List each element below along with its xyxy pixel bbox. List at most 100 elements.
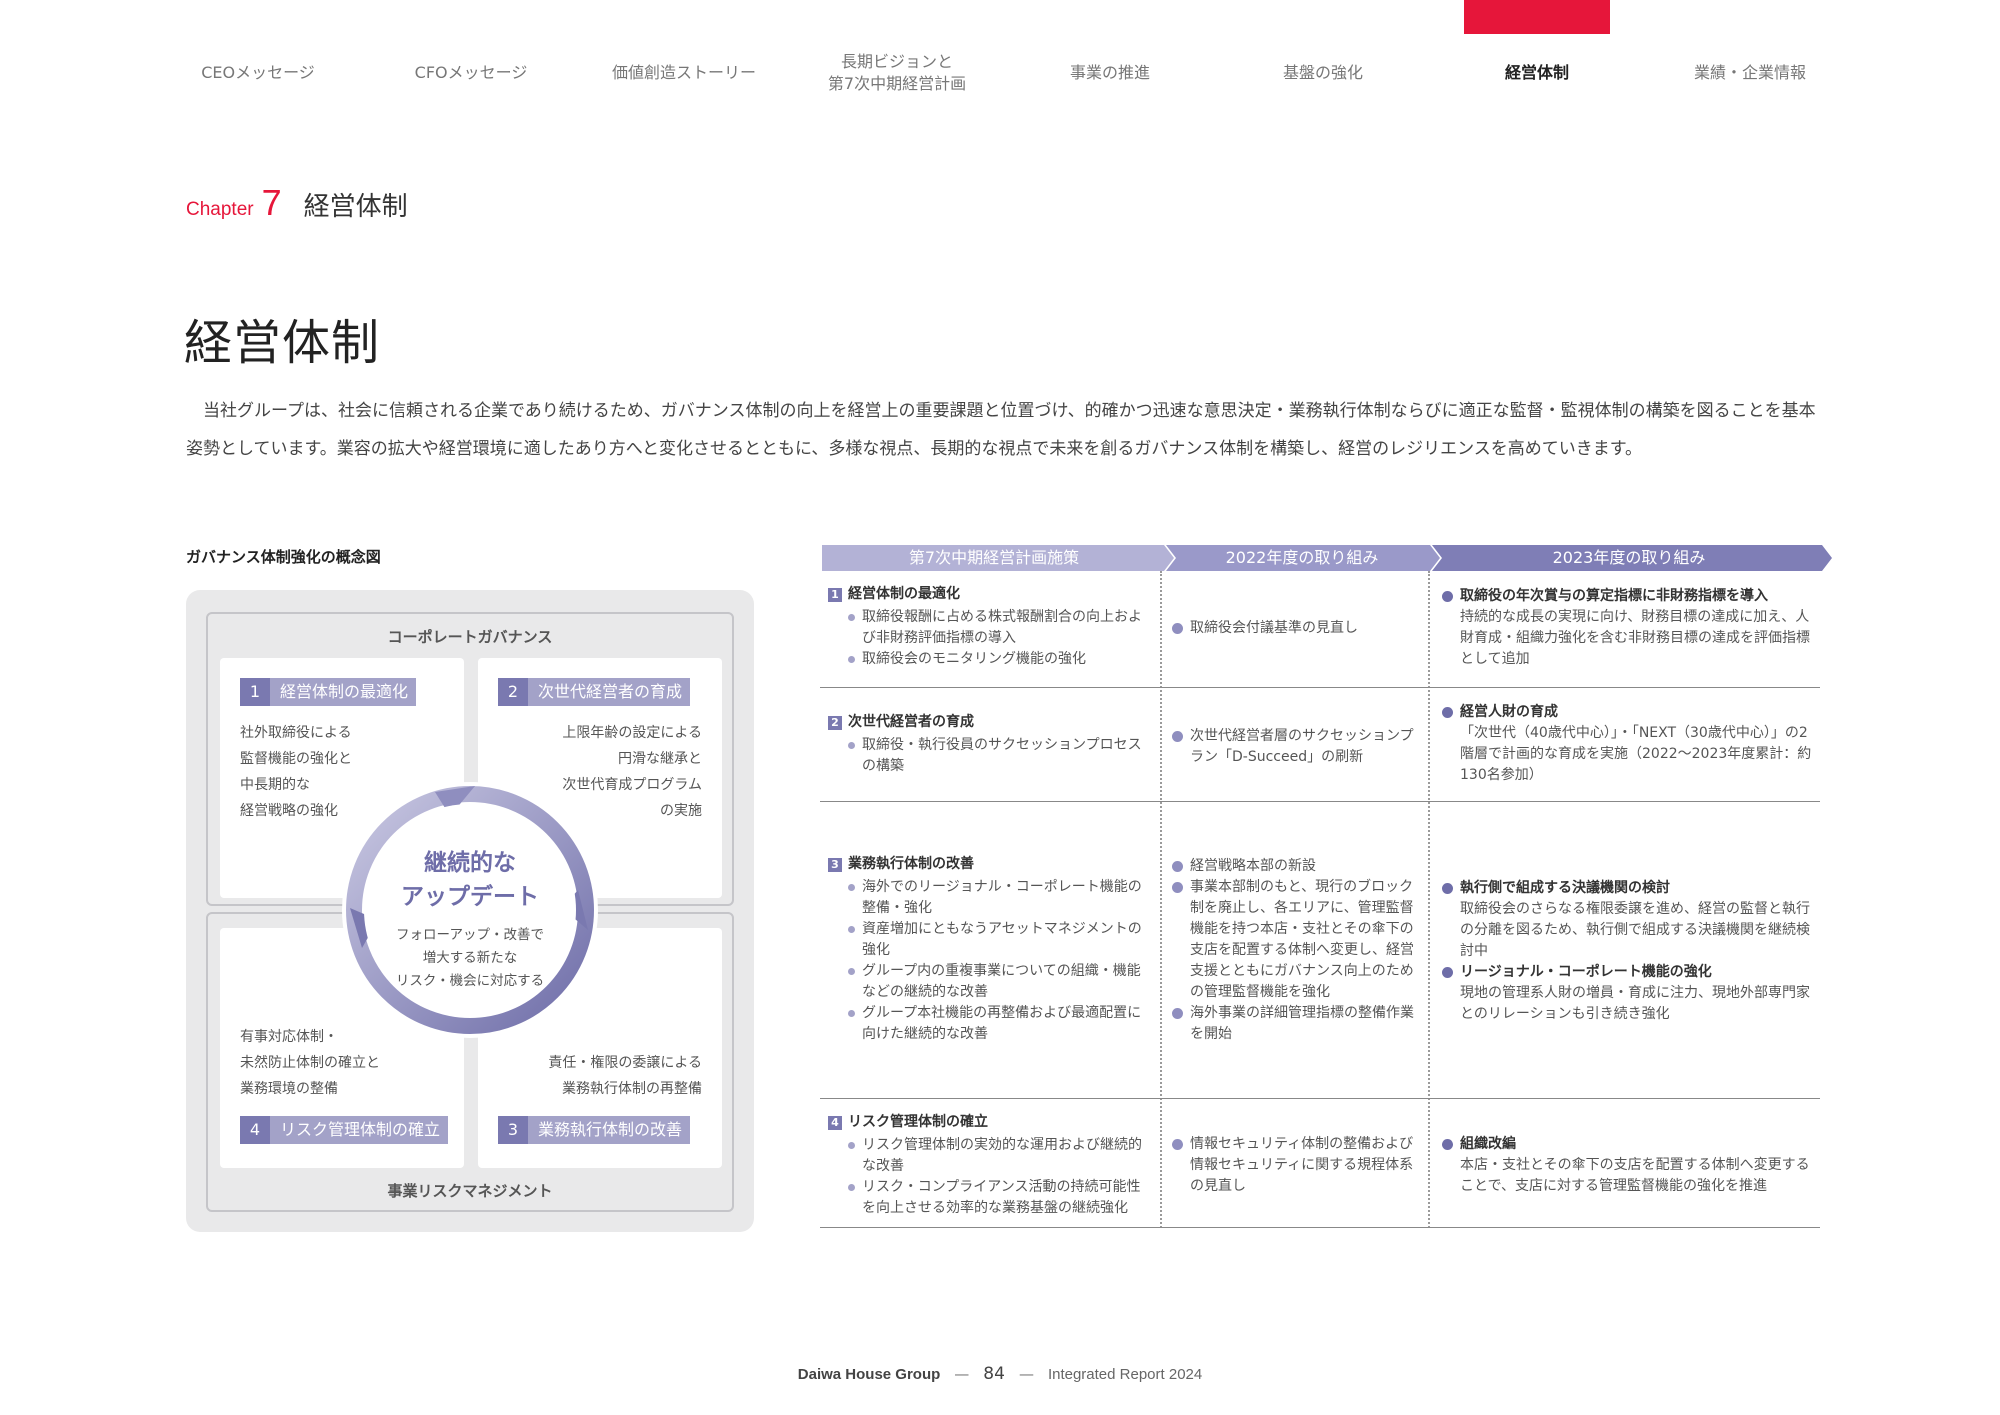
row-divider [820,1098,1820,1099]
row-divider [820,1227,1820,1228]
row-divider [820,801,1820,802]
fy2023-heading: 経営人財の育成 [1442,702,1812,723]
table-row-3-measures: 3 業務執行体制の改善 海外でのリージョナル・コーポレート機能の整備・強化 資産増… [828,854,1148,1045]
nav-item-results[interactable]: 業績・企業情報 [1650,62,1850,84]
card-line: 社外取締役による [240,725,352,741]
nav-item-foundation[interactable]: 基盤の強化 [1223,62,1423,84]
table-row-4-measures: 4 リスク管理体制の確立 リスク管理体制の実効的な運用および継続的な改善 リスク・… [828,1112,1148,1219]
card-body: 社外取締役による 監督機能の強化と 中長期的な 経営戦略の強化 [240,720,352,824]
card-line: 経営戦略の強化 [240,803,338,819]
footer-report-title: Integrated Report 2024 [1047,1366,1203,1383]
nav-item-business[interactable]: 事業の推進 [1010,62,1210,84]
fy2023-heading: 組織改編 [1442,1134,1812,1155]
nav-label: 価値創造ストーリー [611,63,756,82]
card-line: 監督機能の強化と [240,751,352,767]
intro-text: 当社グループは、社会に信頼される企業であり続けるため、ガバナンス体制の向上を経営… [186,401,1816,459]
page-number: 84 [983,1364,1005,1384]
card-body: 責任・権限の委譲による 業務執行体制の再整備 [548,1050,702,1102]
chapter-heading: Chapter 7 経営体制 [186,182,408,224]
table-row-1-fy2023: 取締役の年次賞与の算定指標に非財務指標を導入 持続的な成長の実現に向け、財務目標… [1442,586,1812,670]
table-row-3-fy2022: 経営戦略本部の新設 事業本部制のもと、現行のブロック制を廃止し、各エリアに、管理… [1172,856,1422,1045]
fy2023-body: 本店・支社とその傘下の支店を配置する体制へ変更することで、支店に対する管理監督機… [1460,1157,1810,1194]
row-number-badge: 3 [828,857,842,872]
chapter-word: Chapter [186,199,254,220]
measure-item: 取締役報酬に占める株式報酬割合の向上および非財務評価指標の導入 [828,607,1148,649]
fy2023-heading: リージョナル・コーポレート機能の強化 [1442,962,1812,983]
fy2023-heading: 執行側で組成する決議機関の検討 [1442,878,1812,899]
top-nav: CEOメッセージ CFOメッセージ 価値創造ストーリー 長期ビジョンと 第7次中期… [0,0,2000,110]
column-separator [1160,571,1162,1228]
row-title: 業務執行体制の改善 [848,856,974,872]
card-title: 次世代経営者の育成 [538,682,683,701]
fy2022-item: 海外事業の詳細管理指標の整備作業を開始 [1172,1003,1422,1045]
ring-title-line1: 継続的な [424,850,516,876]
row-title: 経営体制の最適化 [848,586,960,602]
intro-paragraph: 当社グループは、社会に信頼される企業であり続けるため、ガバナンス体制の向上を経営… [186,392,1826,468]
header-fy2022: 2022年度の取り組み [1225,548,1379,567]
ring-title: 継続的な アップデート [340,846,600,914]
fy2022-item: 次世代経営者層のサクセッションプラン「D-Succeed」の刷新 [1172,726,1422,768]
card-line: 未然防止体制の確立と [240,1055,380,1071]
fy2023-body: 「次世代（40歳代中心）」・「NEXT（30歳代中心）」の2階層で計画的な育成を… [1460,725,1812,783]
fy2023-body: 現地の管理系人財の増員・育成に注力、現地外部専門家とのリレーションも引き続き強化 [1460,985,1810,1022]
table-row-4-fy2023: 組織改編 本店・支社とその傘下の支店を配置する体制へ変更することで、支店に対する… [1442,1134,1812,1197]
continuous-update-ring: 継続的な アップデート フォローアップ・改善で 増大する新たな リスク・機会に対… [340,780,600,1040]
ring-subtitle: フォローアップ・改善で 増大する新たな リスク・機会に対応する [340,924,600,993]
card-line: 上限年齢の設定による [562,725,702,741]
nav-item-long-term-vision[interactable]: 長期ビジョンと 第7次中期経営計画 [797,51,997,95]
card-label: 3 業務執行体制の改善 [498,1116,691,1144]
measure-item: リスク・コンプライアンス活動の持続可能性を向上させる効率的な業務基盤の継続強化 [828,1177,1148,1219]
card-line: 円滑な継承と [618,751,702,767]
card-number: 4 [240,1116,270,1144]
card-line: 中長期的な [240,777,310,793]
table-row-2-measures: 2 次世代経営者の育成 取締役・執行役員のサクセッションプロセスの構築 [828,712,1148,777]
table-row-2-fy2023: 経営人財の育成 「次世代（40歳代中心）」・「NEXT（30歳代中心）」の2階層… [1442,702,1812,786]
ring-title-line2: アップデート [401,884,539,910]
risk-management-title: 事業リスクマネジメント [387,1182,553,1200]
table-row-2-fy2022: 次世代経営者層のサクセッションプラン「D-Succeed」の刷新 [1172,726,1422,768]
nav-label-line2: 第7次中期経営計画 [827,74,967,93]
card-line: 業務執行体制の再整備 [562,1081,702,1097]
nav-label: 経営体制 [1504,63,1569,82]
card-line: 責任・権限の委譲による [548,1055,702,1071]
page-title: 経営体制 [184,315,381,371]
nav-item-governance[interactable]: 経営体制 [1437,62,1637,84]
table-row-1-measures: 1 経営体制の最適化 取締役報酬に占める株式報酬割合の向上および非財務評価指標の導… [828,584,1148,670]
card-number: 1 [240,678,270,706]
measure-item: 取締役会のモニタリング機能の強化 [828,649,1148,670]
chapter-number: 7 [261,182,282,223]
nav-label: 基盤の強化 [1282,63,1363,82]
row-title: リスク管理体制の確立 [848,1114,988,1130]
card-label: 4 リスク管理体制の確立 [240,1116,449,1144]
header-fy2023: 2023年度の取り組み [1552,548,1706,567]
fy2022-item: 経営戦略本部の新設 [1172,856,1422,877]
chapter-title: 経営体制 [303,192,408,222]
page-footer: Daiwa House Group —84— Integrated Report 2… [797,1364,1203,1384]
nav-label: CFOメッセージ [414,63,528,82]
measure-item: 資産増加にともなうアセットマネジメントの強化 [828,919,1148,961]
fy2023-heading: 取締役の年次賞与の算定指標に非財務指標を導入 [1442,586,1812,607]
row-number-badge: 2 [828,715,842,730]
measure-item: グループ内の重複事業についての組織・機能などの継続的な改善 [828,961,1148,1003]
header-plan-measures: 第7次中期経営計画施策 [908,548,1080,567]
card-number: 3 [498,1116,528,1144]
ring-sub-line: フォローアップ・改善で [396,927,544,943]
card-label: 1 経営体制の最適化 [240,678,417,706]
fy2022-item: 事業本部制のもと、現行のブロック制を廃止し、各エリアに、管理監督機能を持つ本店・… [1172,877,1422,1003]
card-title: 経営体制の最適化 [280,682,409,701]
card-label: 2 次世代経営者の育成 [498,678,691,706]
nav-item-cfo-message[interactable]: CFOメッセージ [371,62,571,84]
diagram-label: ガバナンス体制強化の概念図 [186,548,381,566]
row-divider [820,687,1820,688]
footer-brand: Daiwa House Group [797,1366,941,1383]
row-number-badge: 1 [828,587,842,602]
nav-item-value-creation[interactable]: 価値創造ストーリー [584,62,784,84]
ring-sub-line: リスク・機会に対応する [395,973,545,989]
nav-item-ceo-message[interactable]: CEOメッセージ [158,62,358,84]
nav-label: 長期ビジョンと [840,52,953,71]
card-title: リスク管理体制の確立 [280,1120,441,1139]
nav-label: 事業の推進 [1069,63,1150,82]
measure-item: リスク管理体制の実効的な運用および継続的な改善 [828,1135,1148,1177]
corporate-governance-title: コーポレートガバナンス [387,628,553,646]
fy2022-item: 情報セキュリティ体制の整備および情報セキュリティに関する規程体系の見直し [1172,1134,1422,1197]
